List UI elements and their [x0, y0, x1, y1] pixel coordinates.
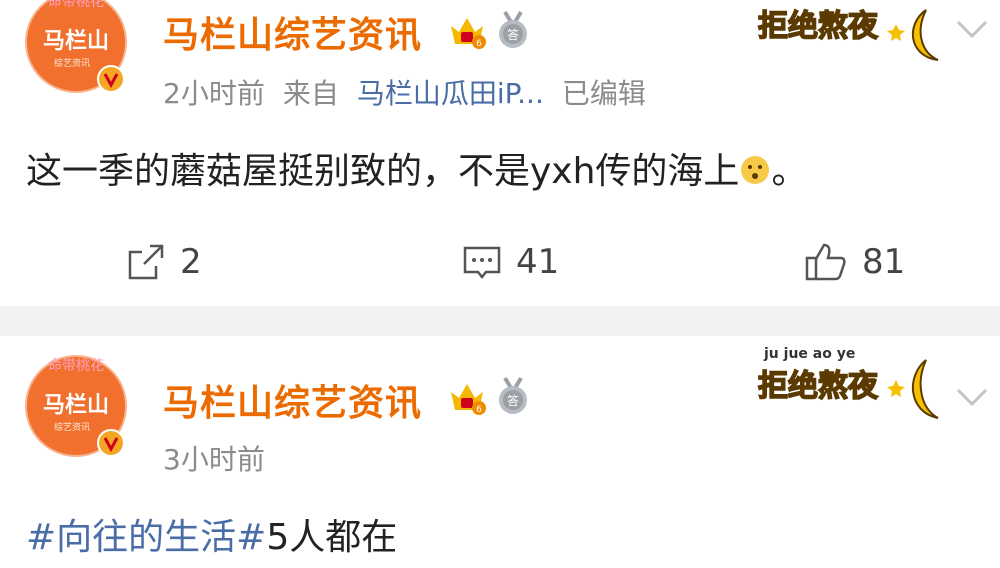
avatar[interactable]: 命带桃花 马栏山 综艺资讯: [22, 352, 130, 460]
weibo-post-1: 命带桃花 马栏山 综艺资讯 马栏山综艺资讯 6 答 拒绝熬夜 2小时前 来自 马栏山…: [0, 0, 1000, 306]
svg-text:答: 答: [507, 27, 519, 42]
avatar-text: 马栏山: [43, 28, 109, 54]
post-text: 这一季的蘑菇屋挺别致的，不是yxh传的海上: [26, 151, 740, 192]
post-content[interactable]: 这一季的蘑菇屋挺别致的，不是yxh传的海上。: [26, 142, 807, 194]
repost-icon: [128, 244, 164, 280]
action-bar: 2 41 81: [0, 232, 1000, 292]
svg-text:答: 答: [507, 393, 519, 408]
post-text: 5人都在: [266, 517, 398, 558]
svg-text:6: 6: [476, 39, 482, 49]
like-count: 81: [862, 242, 906, 282]
moon-icon: [911, 359, 939, 419]
moon-icon: [911, 9, 939, 61]
medal-icon[interactable]: 答: [493, 10, 533, 50]
username[interactable]: 马栏山综艺资讯: [163, 374, 422, 426]
topic-link[interactable]: #向往的生活#: [26, 517, 266, 558]
post-meta: 2小时前 来自 马栏山瓜田iP... 已编辑: [163, 72, 664, 112]
like-icon: [805, 243, 846, 281]
post-content[interactable]: #向往的生活#5人都在: [26, 508, 397, 560]
comment-count: 41: [516, 242, 560, 282]
thinking-emoji-icon: [741, 156, 770, 184]
edited-label[interactable]: 已编辑: [562, 77, 646, 110]
post-time: 2小时前: [163, 77, 265, 110]
sticker-decoration: 拒绝熬夜: [756, 0, 956, 74]
comment-icon: [463, 246, 501, 280]
avatar-arc-text: 命带桃花: [48, 357, 104, 374]
verified-icon: [97, 65, 125, 93]
repost-button[interactable]: 2: [126, 232, 202, 292]
crown-icon[interactable]: 6: [447, 12, 487, 52]
deco-text: 拒绝熬夜: [758, 369, 879, 404]
medal-icon[interactable]: 答: [493, 376, 533, 416]
avatar-arc-text: 命带桃花: [48, 0, 104, 10]
chevron-down-icon[interactable]: [952, 382, 992, 412]
deco-text: 拒绝熬夜: [758, 9, 879, 44]
repost-count: 2: [180, 242, 202, 282]
verified-icon: [97, 429, 125, 457]
svg-text:6: 6: [476, 405, 482, 415]
avatar-sub-text: 综艺资讯: [54, 421, 90, 433]
like-button[interactable]: 81: [804, 232, 905, 292]
post-text-tail: 。: [771, 151, 808, 192]
post-time: 3小时前: [163, 443, 265, 476]
post-divider: [0, 306, 1000, 336]
avatar-text: 马栏山: [43, 392, 109, 418]
username[interactable]: 马栏山综艺资讯: [163, 6, 422, 58]
avatar[interactable]: 命带桃花 马栏山 综艺资讯: [22, 0, 130, 96]
sticker-decoration: ju jue ao ye 拒绝熬夜: [756, 340, 956, 426]
crown-icon[interactable]: 6: [447, 378, 487, 418]
deco-pinyin: ju jue ao ye: [763, 346, 855, 362]
avatar-sub-text: 综艺资讯: [54, 57, 90, 69]
chevron-down-icon[interactable]: [952, 14, 992, 44]
comment-button[interactable]: 41: [462, 232, 559, 292]
post-meta: 3小时前: [163, 438, 283, 478]
source-link[interactable]: 马栏山瓜田iP...: [357, 77, 544, 110]
source-prefix: 来自: [282, 77, 339, 110]
